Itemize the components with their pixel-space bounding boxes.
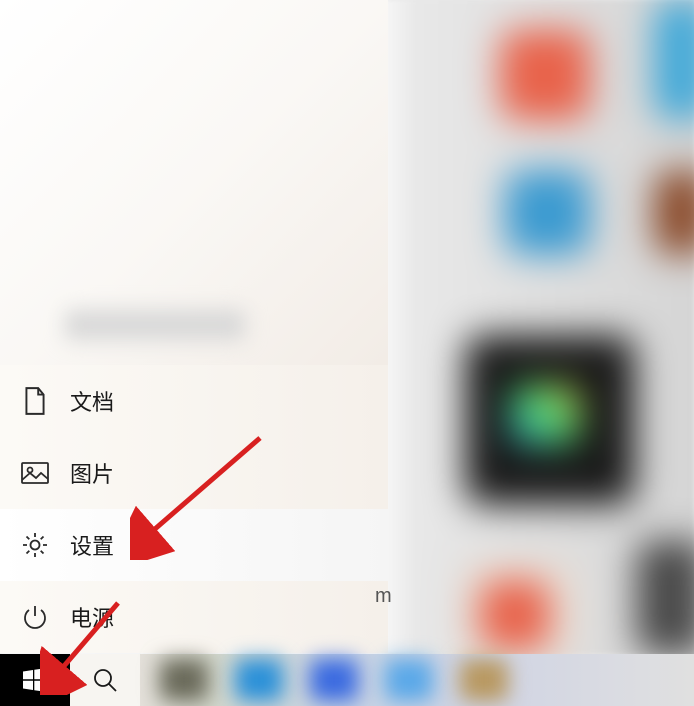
windows-logo-icon bbox=[23, 668, 47, 692]
menu-item-pictures[interactable]: 图片 bbox=[0, 437, 388, 509]
power-icon bbox=[20, 602, 50, 632]
menu-item-power[interactable]: 电源 bbox=[0, 581, 388, 653]
menu-item-label: 设置 bbox=[70, 529, 114, 561]
picture-icon bbox=[20, 458, 50, 488]
user-name-blurred bbox=[65, 310, 245, 340]
search-icon bbox=[92, 667, 118, 693]
background-text-fragment: m bbox=[375, 585, 392, 608]
menu-item-label: 图片 bbox=[70, 457, 114, 489]
start-button[interactable] bbox=[0, 654, 70, 706]
search-button[interactable] bbox=[70, 654, 140, 706]
start-menu-left-panel: 文档 图片 设置 bbox=[0, 0, 388, 654]
gear-icon bbox=[20, 530, 50, 560]
menu-item-label: 电源 bbox=[70, 601, 114, 633]
document-icon bbox=[20, 386, 50, 416]
menu-item-label: 文档 bbox=[70, 385, 114, 417]
start-menu-upper-area bbox=[0, 0, 388, 365]
menu-item-settings[interactable]: 设置 bbox=[0, 509, 388, 581]
menu-item-documents[interactable]: 文档 bbox=[0, 365, 388, 437]
start-menu-items: 文档 图片 设置 bbox=[0, 365, 388, 653]
taskbar bbox=[0, 654, 694, 706]
